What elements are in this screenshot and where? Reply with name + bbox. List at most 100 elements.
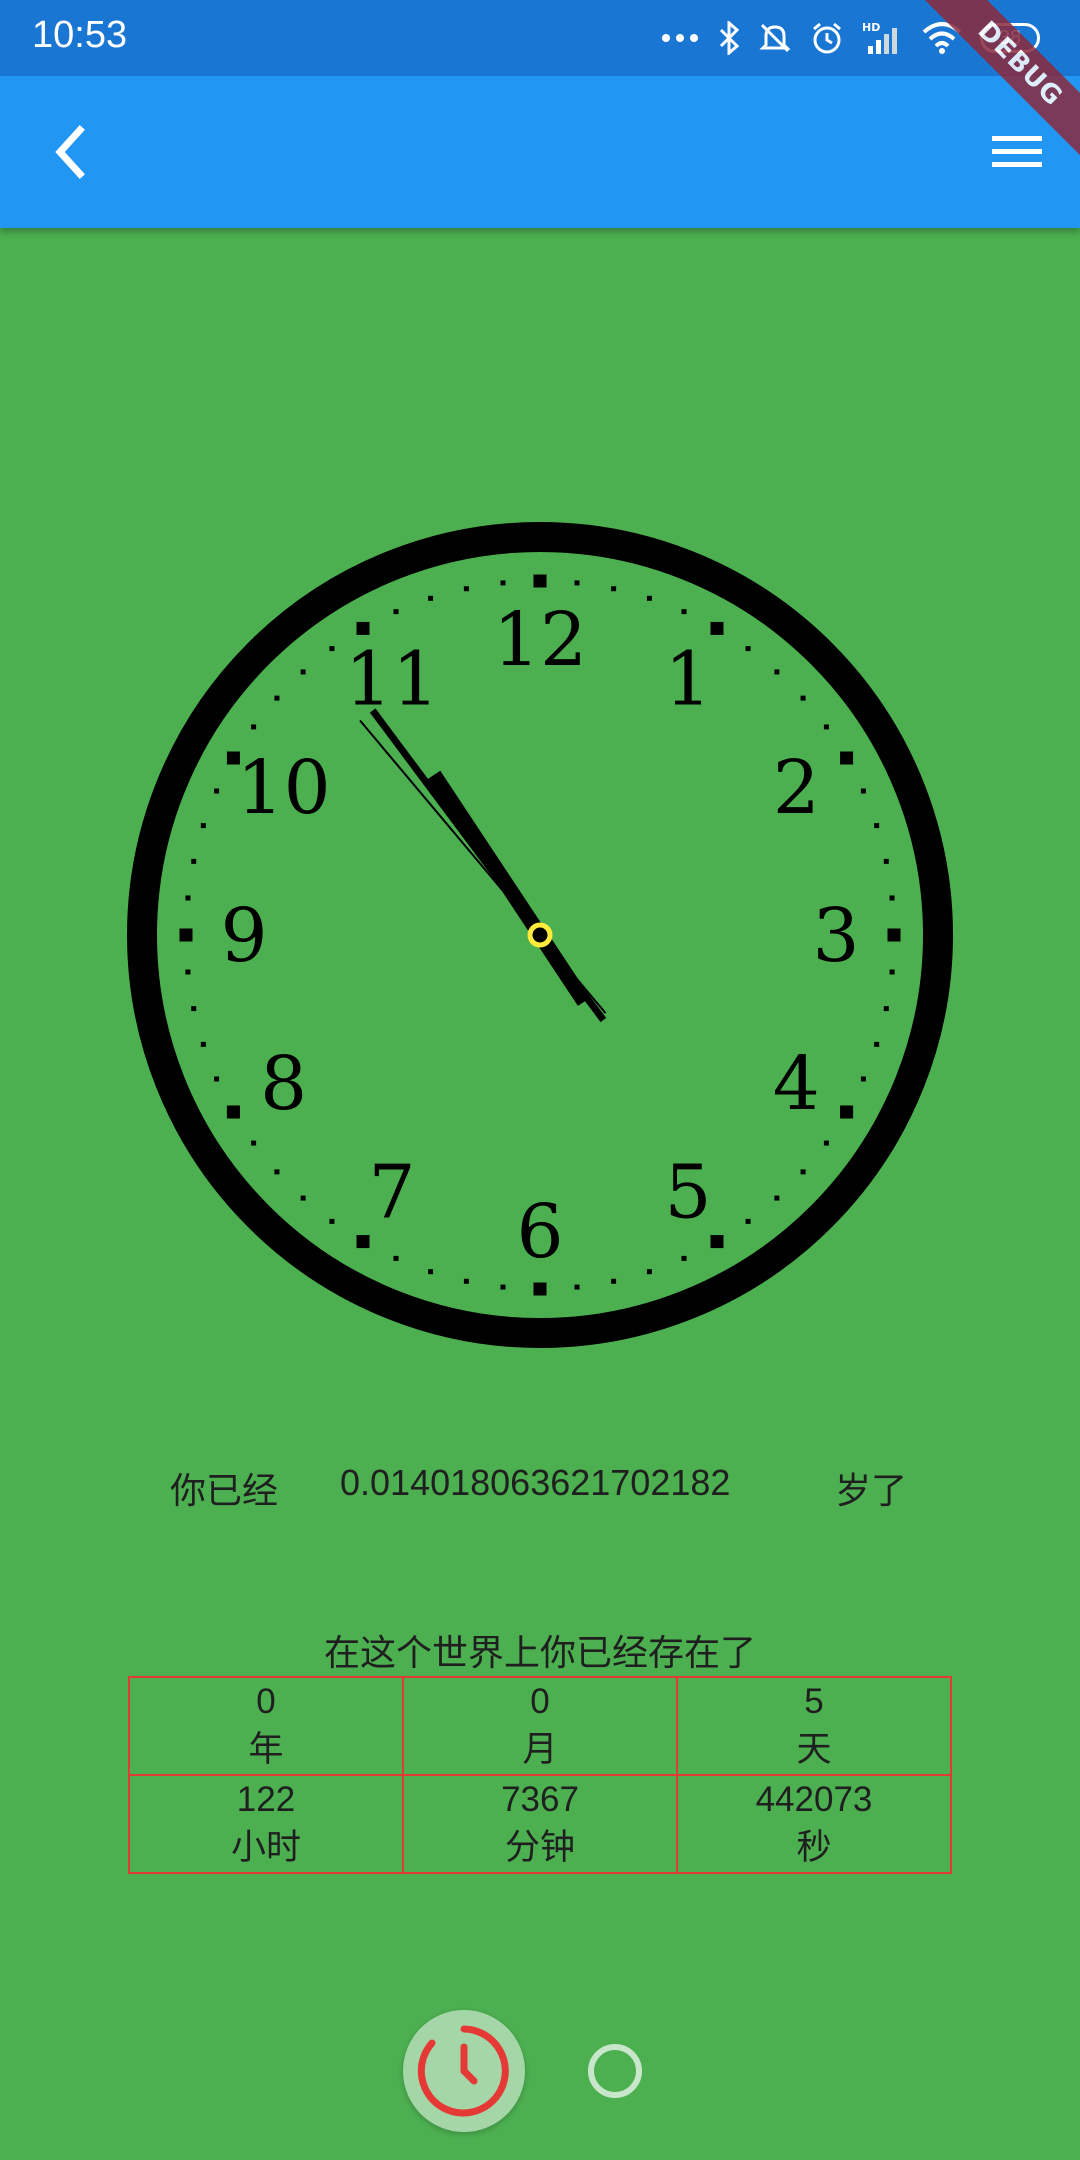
minute-tick bbox=[611, 1278, 617, 1284]
minutes-value: 7367 bbox=[501, 1780, 579, 1819]
age-row: 你已经 0.014018063621702182 岁了 bbox=[0, 1462, 1080, 1512]
hour-tick bbox=[710, 1235, 724, 1249]
days-cell: 5天 bbox=[676, 1676, 952, 1776]
minute-tick bbox=[200, 1041, 206, 1047]
minute-tick bbox=[191, 858, 197, 864]
wifi-icon bbox=[922, 22, 962, 54]
age-value: 0.014018063621702182 bbox=[340, 1462, 731, 1503]
minute-tick bbox=[251, 724, 257, 730]
years-value: 0 bbox=[256, 1682, 276, 1721]
clock-number: 5 bbox=[664, 1149, 711, 1235]
hour-tick bbox=[356, 621, 370, 635]
minute-tick bbox=[500, 580, 506, 586]
hour-tick bbox=[533, 1282, 547, 1296]
existence-title: 在这个世界上你已经存在了 bbox=[323, 1633, 756, 1674]
minute-tick bbox=[574, 1284, 580, 1290]
clock-face: 12 12 3 45 6 78 9 1011 bbox=[127, 522, 953, 1348]
minutes-unit: 分钟 bbox=[504, 1828, 575, 1867]
minute-tick bbox=[274, 1169, 280, 1175]
seconds-unit: 秒 bbox=[796, 1828, 832, 1867]
seconds-value: 442073 bbox=[755, 1780, 873, 1819]
analog-clock: 12 1 2 3 4 5 6 7 8 9 10 11 bbox=[127, 522, 953, 1348]
clock-number: 12 bbox=[493, 597, 587, 683]
minute-tick bbox=[214, 788, 220, 794]
back-button[interactable] bbox=[40, 114, 116, 190]
minute-tick bbox=[889, 895, 895, 901]
hours-unit: 小时 bbox=[230, 1828, 301, 1867]
alarm-icon bbox=[810, 21, 844, 55]
minute-tick bbox=[860, 788, 866, 794]
clock-number: 2 bbox=[773, 745, 820, 831]
minutes-cell: 7367 分钟 bbox=[402, 1774, 678, 1874]
clock-number: 4 bbox=[773, 1041, 820, 1127]
minute-tick bbox=[274, 695, 280, 701]
minute-tick bbox=[251, 1140, 257, 1146]
minute-tick bbox=[191, 1006, 197, 1012]
years-unit: 年 bbox=[248, 1730, 284, 1769]
years-cell: 0年 bbox=[128, 1676, 404, 1776]
minute-tick bbox=[428, 595, 434, 601]
table-row: 0年 0月 5天 bbox=[128, 1676, 952, 1776]
days-unit: 天 bbox=[796, 1730, 832, 1769]
minute-tick bbox=[774, 669, 780, 675]
menu-button[interactable] bbox=[984, 122, 1048, 182]
minute-tick bbox=[200, 823, 206, 829]
hamburger-menu-icon bbox=[992, 136, 1042, 167]
hour-tick bbox=[840, 751, 854, 765]
minute-tick bbox=[500, 1284, 506, 1290]
hour-tick bbox=[887, 928, 901, 942]
minute-tick bbox=[883, 858, 889, 864]
more-dots-icon bbox=[660, 32, 700, 44]
minute-tick bbox=[774, 1195, 780, 1201]
hour-tick bbox=[533, 574, 547, 588]
clock-number: 7 bbox=[368, 1149, 415, 1235]
minute-tick bbox=[185, 969, 191, 975]
minute-tick bbox=[681, 1255, 687, 1261]
minute-tick bbox=[646, 1269, 652, 1275]
second-hand bbox=[359, 719, 607, 1014]
minute-tick bbox=[214, 1076, 220, 1082]
age-suffix: 岁了 bbox=[835, 1470, 908, 1511]
minute-tick bbox=[681, 609, 687, 615]
age-prefix: 你已经 bbox=[170, 1470, 279, 1511]
minute-tick bbox=[823, 1140, 829, 1146]
minute-tick bbox=[883, 1006, 889, 1012]
status-icons: HD 38 bbox=[660, 16, 1040, 60]
seconds-cell: 442073 秒 bbox=[676, 1774, 952, 1874]
clock-number: 3 bbox=[812, 893, 859, 979]
clock-number: 1 bbox=[664, 637, 711, 723]
minute-tick bbox=[874, 823, 880, 829]
minute-tick bbox=[823, 724, 829, 730]
table-row: 122 小时 7367 分钟 442073 秒 bbox=[128, 1774, 952, 1874]
minute-tick bbox=[185, 895, 191, 901]
minute-tick bbox=[463, 586, 469, 592]
minute-tick bbox=[393, 1255, 399, 1261]
svg-text:HD: HD bbox=[862, 21, 880, 34]
clock-fab-button[interactable] bbox=[403, 2010, 525, 2132]
app-bar bbox=[0, 76, 1080, 228]
minute-tick bbox=[428, 1269, 434, 1275]
clock-number: 8 bbox=[260, 1041, 307, 1127]
months-unit: 月 bbox=[522, 1730, 558, 1769]
existence-table: 0年 0月 5天 122 小时 7367 分钟 442073 秒 bbox=[128, 1676, 952, 1874]
minute-tick bbox=[574, 580, 580, 586]
mute-icon bbox=[758, 21, 792, 55]
hour-tick bbox=[179, 928, 193, 942]
months-cell: 0月 bbox=[402, 1676, 678, 1776]
minute-tick bbox=[874, 1041, 880, 1047]
days-value: 5 bbox=[804, 1682, 824, 1721]
minute-tick bbox=[800, 695, 806, 701]
months-value: 0 bbox=[530, 1682, 550, 1721]
minute-tick bbox=[300, 669, 306, 675]
clock-number: 11 bbox=[345, 637, 439, 723]
status-bar: 10:53 HD 38 bbox=[0, 0, 1080, 76]
clock-number: 9 bbox=[220, 893, 267, 979]
minute-tick bbox=[745, 646, 751, 652]
circle-outline-button[interactable] bbox=[588, 2044, 642, 2098]
hours-cell: 122 小时 bbox=[128, 1774, 404, 1874]
chevron-left-icon bbox=[55, 125, 85, 179]
hour-tick bbox=[356, 1235, 370, 1249]
minute-tick bbox=[611, 586, 617, 592]
minute-tick bbox=[329, 646, 335, 652]
minute-tick bbox=[393, 609, 399, 615]
